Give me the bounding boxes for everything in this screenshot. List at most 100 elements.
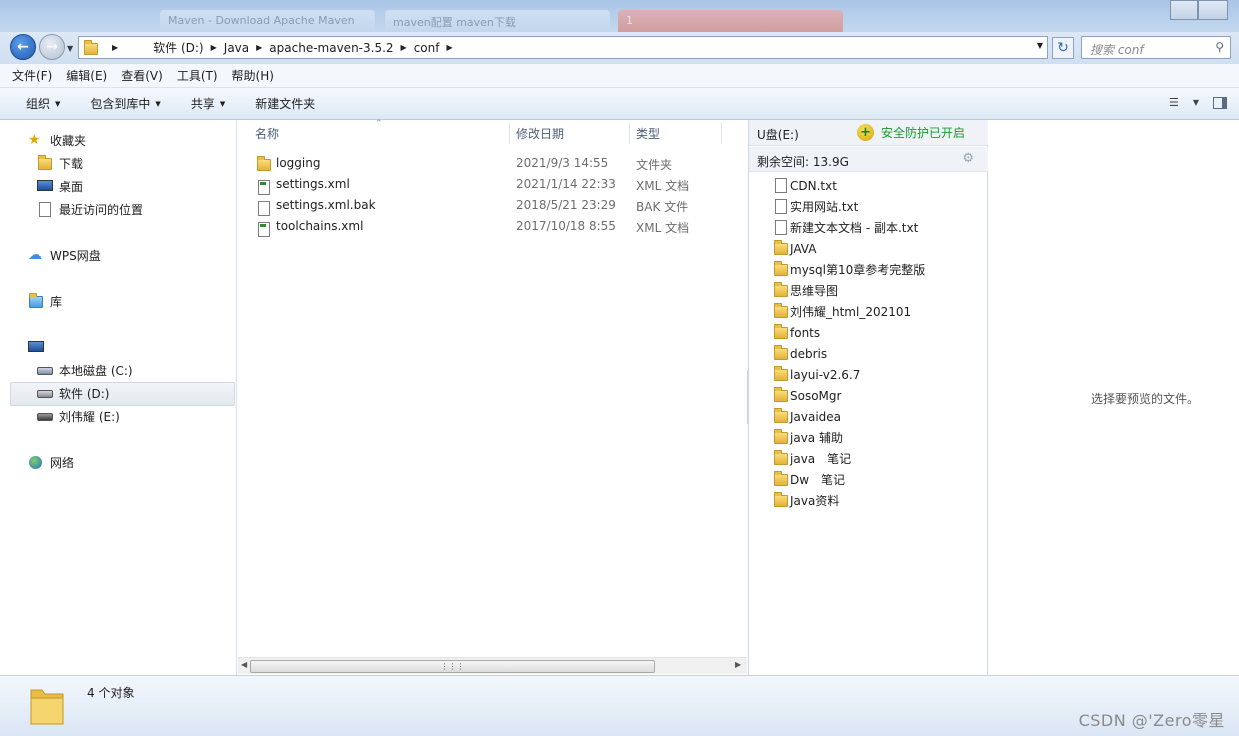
search-input[interactable]: 搜索 conf ⚲ bbox=[1081, 36, 1231, 59]
address-row: ← → ▼ ▶ 软件 (D:) ▶ Java ▶ apache-maven-3.… bbox=[0, 32, 1239, 64]
nav-drive-e[interactable]: 刘伟耀 (E:) bbox=[37, 406, 120, 426]
column-divider[interactable] bbox=[629, 122, 630, 144]
chevron-right-icon[interactable]: ▶ bbox=[211, 43, 217, 52]
recent-pages-dropdown[interactable]: ▼ bbox=[67, 44, 73, 53]
text-file-icon bbox=[773, 178, 787, 193]
scroll-right-icon[interactable]: ▶ bbox=[735, 660, 741, 669]
chevron-right-icon[interactable]: ▶ bbox=[256, 43, 262, 52]
usb-list-item[interactable]: SosoMgr bbox=[773, 385, 841, 406]
security-status[interactable]: + 安全防护已开启 bbox=[857, 124, 965, 141]
column-divider[interactable] bbox=[721, 122, 722, 144]
chevron-down-icon[interactable]: ▼ bbox=[1193, 98, 1199, 107]
file-row[interactable]: logging 2021/9/3 14:55 文件夹 bbox=[238, 153, 748, 174]
include-in-library-label: 包含到库中 bbox=[90, 97, 151, 111]
usb-list-item[interactable]: layui-v2.6.7 bbox=[773, 364, 860, 385]
scroll-left-icon[interactable]: ◀ bbox=[241, 660, 247, 669]
search-icon[interactable]: ⚲ bbox=[1215, 40, 1224, 54]
menu-edit[interactable]: 编辑(E) bbox=[66, 67, 107, 84]
nav-computer[interactable] bbox=[28, 337, 50, 357]
usb-list-item[interactable]: Javaidea bbox=[773, 406, 841, 427]
browser-tab[interactable]: maven配置 maven下载 bbox=[385, 10, 610, 32]
share-button[interactable]: 共享 ▼ bbox=[191, 95, 225, 112]
xml-file-icon bbox=[256, 177, 272, 195]
view-mode-icon[interactable]: ☰ bbox=[1169, 96, 1179, 109]
back-button[interactable]: ← bbox=[10, 34, 36, 60]
address-bar[interactable]: ▶ 软件 (D:) ▶ Java ▶ apache-maven-3.5.2 ▶ … bbox=[78, 36, 1048, 59]
file-row[interactable]: toolchains.xml 2017/10/18 8:55 XML 文档 bbox=[238, 216, 748, 237]
column-header-type[interactable]: 类型 bbox=[636, 120, 660, 146]
usb-list-item[interactable]: CDN.txt bbox=[773, 175, 837, 196]
folder-icon bbox=[773, 240, 788, 256]
search-placeholder: 搜索 conf bbox=[1090, 43, 1144, 57]
browser-tab[interactable]: Maven - Download Apache Maven bbox=[160, 10, 375, 32]
chevron-right-icon[interactable]: ▶ bbox=[401, 43, 407, 52]
nav-downloads-label: 下载 bbox=[59, 156, 84, 171]
star-icon: ★ bbox=[28, 132, 41, 148]
nav-desktop[interactable]: 桌面 bbox=[37, 176, 83, 196]
chevron-down-icon: ▼ bbox=[219, 99, 226, 108]
new-folder-button[interactable]: 新建文件夹 bbox=[255, 95, 315, 112]
usb-drive-panel: U盘(E:) + 安全防护已开启 剩余空间: 13.9G ⚙ CDN.txt 实用… bbox=[748, 120, 988, 675]
chevron-right-icon[interactable]: ▶ bbox=[112, 43, 118, 52]
usb-list-item[interactable]: 实用网站.txt bbox=[773, 196, 858, 217]
preview-pane-icon[interactable] bbox=[1213, 96, 1227, 109]
menu-view[interactable]: 查看(V) bbox=[121, 67, 163, 84]
column-divider[interactable] bbox=[509, 122, 510, 144]
security-status-label: 安全防护已开启 bbox=[881, 126, 966, 140]
folder-icon bbox=[773, 492, 788, 508]
column-header-name[interactable]: 名称 bbox=[255, 120, 279, 146]
usb-title: U盘(E:) bbox=[757, 128, 799, 142]
include-in-library-button[interactable]: 包含到库中 ▼ bbox=[90, 95, 160, 112]
usb-list-item[interactable]: java 笔记 bbox=[773, 448, 851, 469]
text-file-icon bbox=[773, 199, 787, 214]
usb-list-item[interactable]: java 辅助 bbox=[773, 427, 843, 448]
nav-libraries-label: 库 bbox=[50, 294, 63, 309]
usb-list-item[interactable]: 新建文本文档 - 副本.txt bbox=[773, 217, 918, 238]
breadcrumb-maven[interactable]: apache-maven-3.5.2 bbox=[269, 41, 393, 55]
nav-network[interactable]: 网络 bbox=[28, 452, 74, 472]
nav-wps-label: WPS网盘 bbox=[50, 248, 101, 263]
usb-list-item[interactable]: 刘伟耀_html_202101 bbox=[773, 301, 911, 322]
usb-list-item[interactable]: debris bbox=[773, 343, 827, 364]
chevron-right-icon[interactable]: ▶ bbox=[446, 43, 452, 52]
file-row[interactable]: settings.xml 2021/1/14 22:33 XML 文档 bbox=[238, 174, 748, 195]
menu-file[interactable]: 文件(F) bbox=[12, 67, 52, 84]
usb-list-item[interactable]: 思维导图 bbox=[773, 280, 838, 301]
forward-button[interactable]: → bbox=[39, 34, 65, 60]
usb-item-name: Javaidea bbox=[790, 409, 842, 424]
breadcrumb-java[interactable]: Java bbox=[224, 41, 249, 55]
breadcrumb-drive-d[interactable]: 软件 (D:) bbox=[153, 39, 203, 56]
nav-recent-label: 最近访问的位置 bbox=[59, 202, 144, 217]
nav-recent-places[interactable]: 最近访问的位置 bbox=[37, 199, 143, 219]
usb-list-item[interactable]: Java资料 bbox=[773, 490, 839, 511]
usb-list-item[interactable]: Dw 笔记 bbox=[773, 469, 845, 490]
menu-help[interactable]: 帮助(H) bbox=[232, 67, 274, 84]
horizontal-scrollbar[interactable]: ◀ ⋮⋮⋮ ▶ bbox=[238, 657, 747, 674]
browser-tab[interactable]: 1 bbox=[618, 10, 843, 32]
scrollbar-thumb[interactable]: ⋮⋮⋮ bbox=[250, 660, 655, 673]
nav-wps-cloud[interactable]: ☁ WPS网盘 bbox=[28, 245, 101, 265]
gear-icon[interactable]: ⚙ bbox=[962, 151, 974, 166]
usb-list-item[interactable]: JAVA bbox=[773, 238, 816, 259]
view-options: ☰ ▼ bbox=[1169, 96, 1227, 109]
column-header-date[interactable]: 修改日期 bbox=[516, 120, 564, 146]
folder-icon bbox=[37, 155, 53, 170]
organize-button[interactable]: 组织 ▼ bbox=[26, 95, 60, 112]
nav-drive-c[interactable]: 本地磁盘 (C:) bbox=[37, 360, 133, 380]
address-history-dropdown[interactable]: ▼ bbox=[1037, 41, 1043, 50]
maximize-button[interactable] bbox=[1198, 0, 1228, 20]
usb-list-item[interactable]: mysql第10章参考完整版 bbox=[773, 259, 925, 280]
refresh-button[interactable]: ↻ bbox=[1052, 37, 1074, 59]
nav-downloads[interactable]: 下载 bbox=[37, 153, 83, 173]
menu-tools[interactable]: 工具(T) bbox=[177, 67, 218, 84]
preview-message: 选择要预览的文件。 bbox=[1091, 392, 1200, 406]
nav-libraries[interactable]: 库 bbox=[28, 291, 62, 311]
nav-drive-d[interactable]: 软件 (D:) bbox=[37, 383, 109, 403]
breadcrumb-conf[interactable]: conf bbox=[414, 41, 440, 55]
usb-list-item[interactable]: fonts bbox=[773, 322, 820, 343]
nav-favorites[interactable]: ★ 收藏夹 bbox=[28, 130, 86, 150]
folder-icon bbox=[773, 282, 788, 298]
file-row[interactable]: settings.xml.bak 2018/5/21 23:29 BAK 文件 bbox=[238, 195, 748, 216]
organize-label: 组织 bbox=[26, 97, 51, 111]
minimize-button[interactable] bbox=[1170, 0, 1198, 20]
